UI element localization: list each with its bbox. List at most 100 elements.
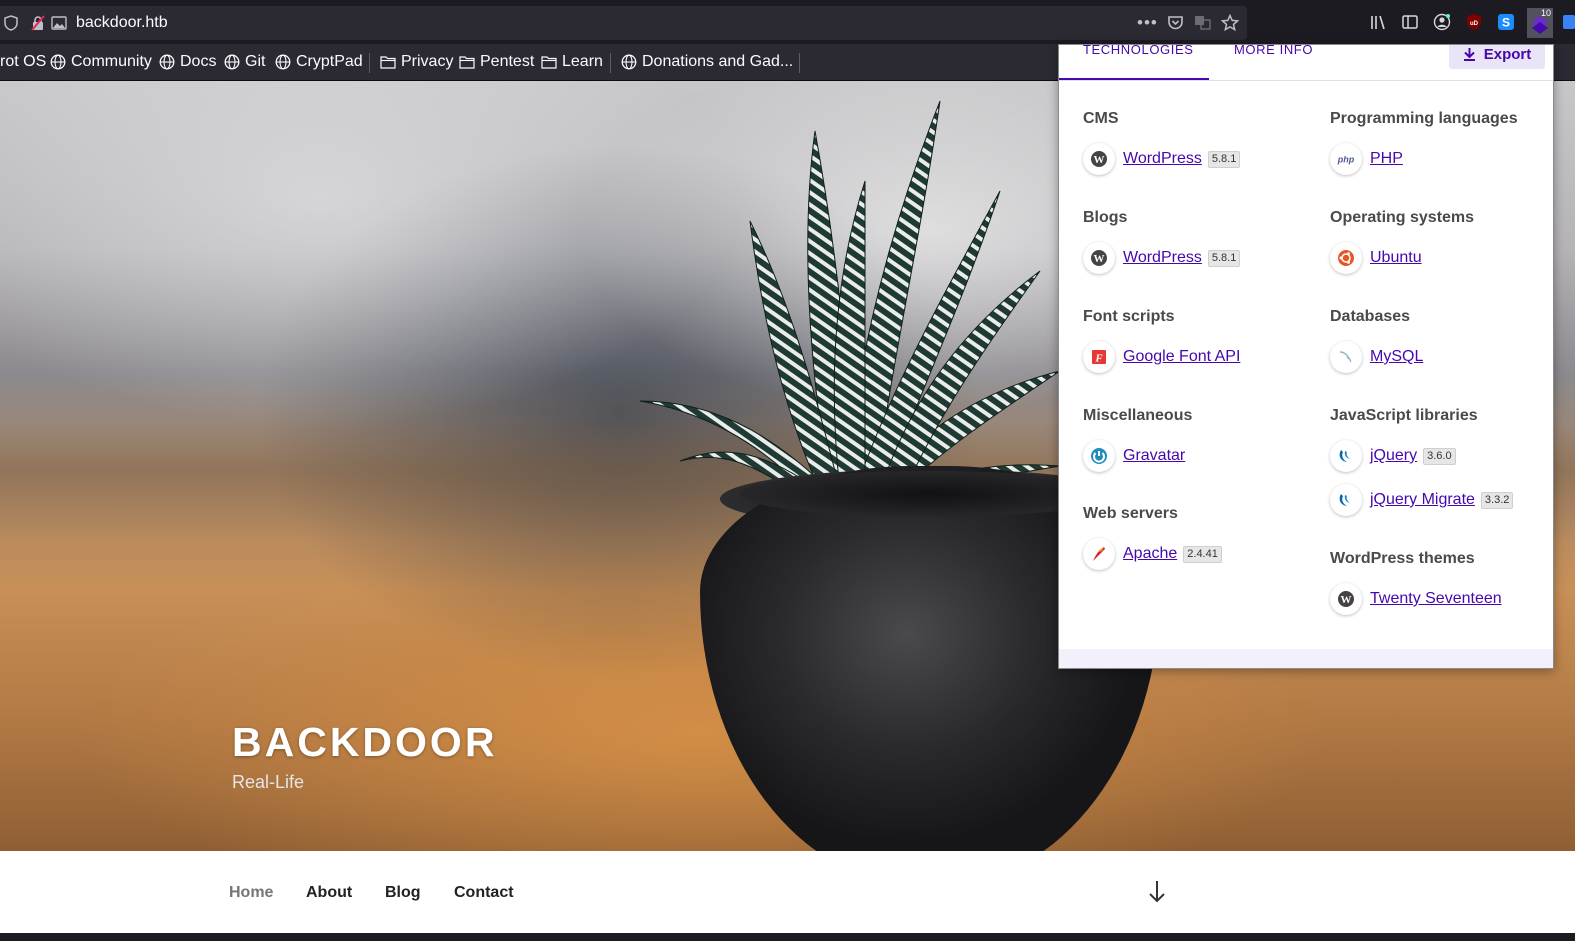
version-badge: 5.8.1 (1207, 150, 1241, 168)
bookmark-label: Pentest (480, 53, 535, 70)
site-title[interactable]: BACKDOOR (232, 718, 497, 766)
bookmark-separator (610, 53, 611, 73)
tech-link[interactable]: Apache (1123, 544, 1177, 564)
category-title[interactable]: WordPress themes (1330, 549, 1553, 569)
wordpress-icon: W (1083, 143, 1115, 175)
bookmark-label: rot OS (0, 53, 47, 70)
bookmark-label: Community (71, 53, 152, 70)
tech-link[interactable]: WordPress (1123, 248, 1202, 268)
tech-link[interactable]: Gravatar (1123, 446, 1185, 466)
bookmark-star-icon[interactable] (1220, 13, 1240, 36)
folder-icon (380, 56, 396, 69)
version-badge: 3.6.0 (1423, 447, 1456, 465)
svg-text:W: W (1341, 594, 1352, 606)
bookmark-folder-learn[interactable]: Learn (541, 52, 603, 72)
category-title[interactable]: Miscellaneous (1083, 406, 1313, 426)
mysql-icon (1330, 341, 1362, 373)
bookmark-git[interactable]: Git (224, 52, 265, 72)
nav-contact[interactable]: Contact (454, 883, 514, 903)
bookmark-label: Donations and Gad... (642, 53, 794, 70)
bookmark-folder-pentest[interactable]: Pentest (459, 52, 534, 72)
category-databases: Databases MySQL (1330, 307, 1553, 373)
bookmark-donations[interactable]: Donations and Gad... (621, 52, 793, 72)
tech-item: jQuery Migrate 3.3.2 (1330, 484, 1553, 516)
version-badge: 2.4.41 (1183, 545, 1222, 563)
nav-blog[interactable]: Blog (385, 883, 421, 903)
svg-text:10: 10 (1541, 8, 1551, 18)
translate-icon[interactable] (1194, 14, 1211, 35)
wordpress-icon: W (1083, 242, 1115, 274)
bookmark-cryptpad[interactable]: CryptPad (275, 52, 363, 72)
bookmark-label: CryptPad (296, 53, 363, 70)
globe-icon (159, 54, 175, 70)
version-badge: 3.3.2 (1480, 491, 1514, 509)
account-icon[interactable] (1433, 13, 1451, 31)
bookmark-parrot-os[interactable]: rot OS (0, 52, 46, 72)
tech-item: Ubuntu (1330, 242, 1553, 274)
gravatar-icon (1083, 440, 1115, 472)
url-text[interactable]: backdoor.htb (76, 13, 168, 33)
tech-link[interactable]: MySQL (1370, 347, 1423, 367)
tech-item: jQuery 3.6.0 (1330, 440, 1553, 472)
php-icon: php (1330, 143, 1362, 175)
insecure-lock-icon[interactable] (30, 15, 46, 31)
site-navigation: Home About Blog Contact (0, 851, 1575, 933)
bookmark-label: Learn (562, 53, 603, 70)
pocket-icon[interactable] (1167, 14, 1184, 35)
page-actions-icon[interactable]: ••• (1137, 14, 1158, 32)
tech-item: W WordPress 5.8.1 (1083, 242, 1313, 274)
tech-link[interactable]: WordPress (1123, 149, 1202, 169)
tech-link[interactable]: Twenty Seventeen (1370, 589, 1502, 609)
bookmark-community[interactable]: Community (50, 52, 152, 72)
wappalyzer-tabs: TECHNOLOGIES MORE INFO Export (1059, 45, 1553, 81)
nav-home[interactable]: Home (229, 883, 273, 903)
globe-icon (224, 54, 240, 70)
category-title[interactable]: Blogs (1083, 208, 1313, 228)
url-bar[interactable]: backdoor.htb ••• (0, 6, 1247, 40)
ubuntu-icon (1330, 242, 1362, 274)
category-title[interactable]: Databases (1330, 307, 1553, 327)
tech-link[interactable]: PHP (1370, 149, 1403, 169)
image-icon[interactable] (51, 15, 67, 31)
jquery-icon (1330, 440, 1362, 472)
category-title[interactable]: Web servers (1083, 504, 1313, 524)
tech-item: F Google Font API (1083, 341, 1313, 373)
tab-technologies[interactable]: TECHNOLOGIES (1083, 45, 1194, 58)
jquery-icon (1330, 484, 1362, 516)
category-title[interactable]: CMS (1083, 109, 1313, 129)
bookmark-docs[interactable]: Docs (159, 52, 216, 72)
tech-item: php PHP (1330, 143, 1553, 175)
tech-link[interactable]: jQuery Migrate (1370, 490, 1475, 510)
ublock-origin-icon[interactable]: uD (1465, 13, 1483, 31)
svg-text:W: W (1094, 253, 1105, 265)
category-javascript-libraries: JavaScript libraries jQuery 3.6.0 jQuery… (1330, 406, 1553, 516)
export-label: Export (1483, 45, 1532, 63)
category-title[interactable]: Operating systems (1330, 208, 1553, 228)
tech-link[interactable]: Ubuntu (1370, 248, 1422, 268)
library-icon[interactable] (1369, 13, 1387, 31)
category-blogs: Blogs W WordPress 5.8.1 (1083, 208, 1313, 274)
category-title[interactable]: Programming languages (1330, 109, 1553, 129)
category-title[interactable]: JavaScript libraries (1330, 406, 1553, 426)
succulent-plant-image (640, 100, 1061, 501)
overflow-extension-icon[interactable] (1561, 13, 1575, 31)
wappalyzer-extension-icon[interactable]: 10 (1527, 8, 1553, 38)
svg-text:S: S (1502, 16, 1510, 30)
shield-icon[interactable] (3, 15, 19, 31)
version-badge: 5.8.1 (1207, 249, 1241, 267)
tab-more-info[interactable]: MORE INFO (1234, 45, 1313, 58)
category-programming-languages: Programming languages php PHP (1330, 109, 1553, 175)
sidebar-icon[interactable] (1401, 13, 1419, 31)
tech-item: Apache 2.4.41 (1083, 538, 1313, 570)
tech-link[interactable]: Google Font API (1123, 347, 1240, 367)
extension-s-icon[interactable]: S (1497, 13, 1515, 31)
arrow-down-icon[interactable] (1148, 879, 1166, 905)
nav-about[interactable]: About (306, 883, 352, 903)
tech-link[interactable]: jQuery (1370, 446, 1417, 466)
category-operating-systems: Operating systems Ubuntu (1330, 208, 1553, 274)
category-title[interactable]: Font scripts (1083, 307, 1313, 327)
svg-text:uD: uD (1470, 21, 1479, 27)
export-button[interactable]: Export (1449, 45, 1545, 69)
apache-icon (1083, 538, 1115, 570)
bookmark-folder-privacy[interactable]: Privacy (380, 52, 453, 72)
